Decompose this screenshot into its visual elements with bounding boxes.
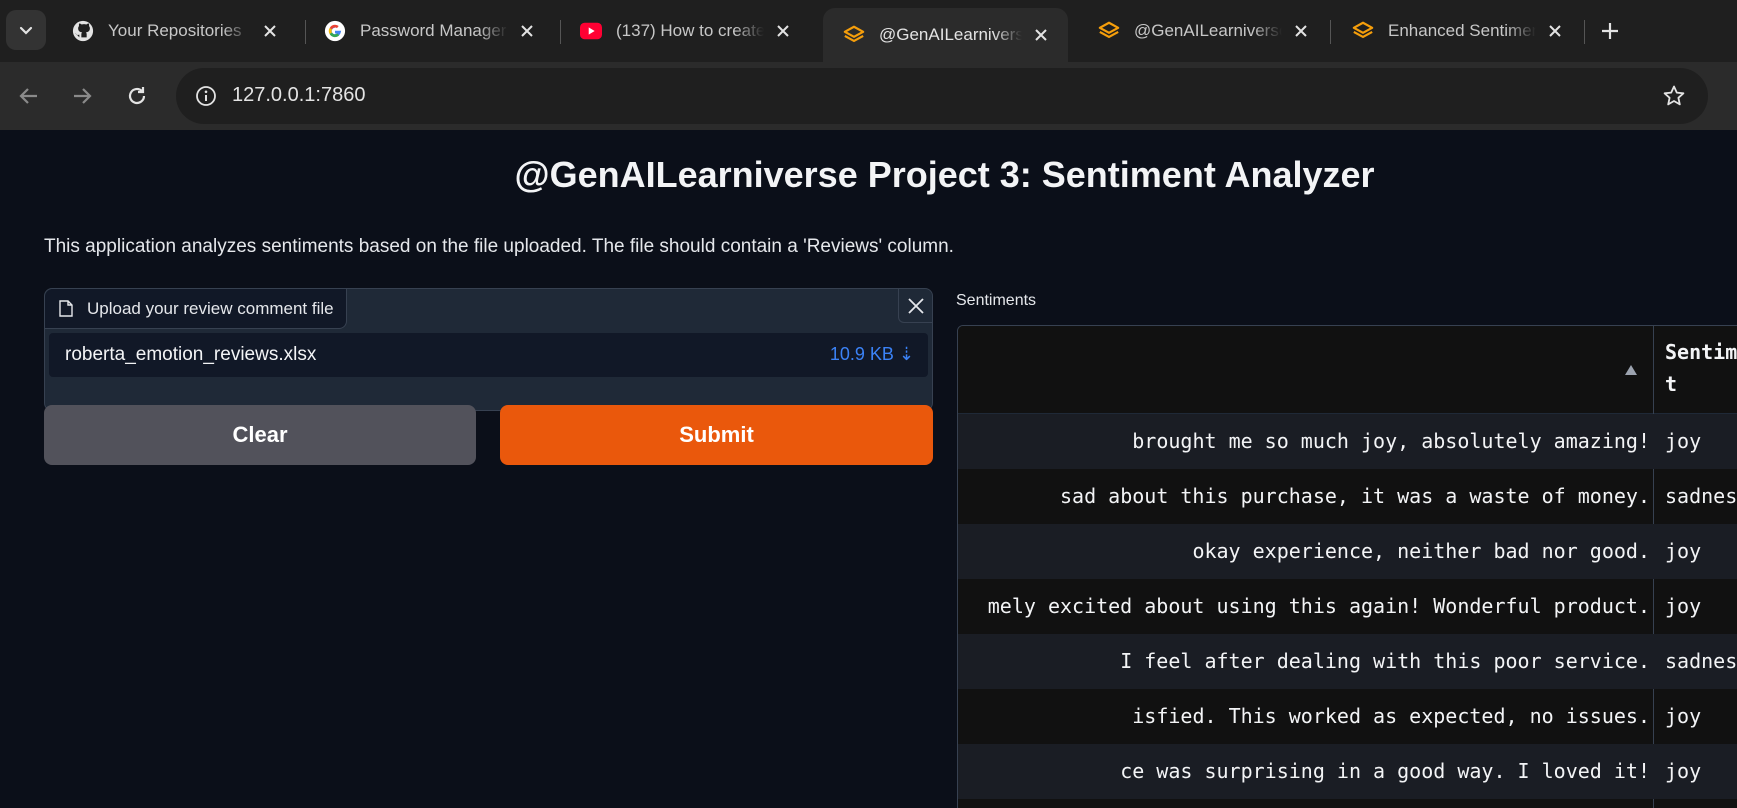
tab-youtube[interactable]: (137) How to create (560, 8, 810, 54)
close-icon[interactable] (772, 20, 794, 42)
table-row[interactable]: ce was surprising in a good way. I loved… (958, 744, 1737, 799)
sentiment-cell[interactable]: joy (1665, 429, 1701, 453)
sentiments-table[interactable]: Sentim t brought me so much joy, absolute… (957, 325, 1737, 808)
close-icon[interactable] (1544, 20, 1566, 42)
review-cell[interactable]: sad about this purchase, it was a waste … (1060, 484, 1650, 508)
github-icon (72, 20, 94, 42)
review-cell[interactable]: mely excited about using this again! Won… (988, 594, 1650, 618)
file-upload-label-text: Upload your review comment file (87, 298, 334, 318)
gradio-icon (1352, 20, 1374, 42)
submit-button[interactable]: Submit (500, 405, 933, 465)
app-page: @GenAILearniverse Project 3: Sentiment A… (0, 130, 1737, 808)
chevron-down-icon (19, 26, 33, 35)
bookmark-star-icon[interactable] (1658, 80, 1690, 112)
sentiment-cell[interactable]: sadnes (1665, 484, 1737, 508)
table-row[interactable]: isfied. This worked as expected, no issu… (958, 689, 1737, 744)
file-name: roberta_emotion_reviews.xlsx (65, 344, 317, 365)
sort-ascending-icon[interactable] (1624, 364, 1638, 376)
tab-genai-2[interactable]: @GenAILearniverse (1078, 8, 1328, 54)
tab-title: Password Manager (360, 21, 507, 40)
tab-title: Enhanced Sentiment (1388, 21, 1536, 40)
url-text[interactable]: 127.0.0.1:7860 (232, 84, 365, 107)
page-title: @GenAILearniverse Project 3: Sentiment A… (514, 154, 1375, 195)
close-icon[interactable] (1030, 24, 1052, 46)
gradio-icon (843, 24, 865, 46)
review-cell[interactable]: okay experience, neither bad nor good. (1192, 539, 1650, 563)
file-upload[interactable]: Upload your review comment file roberta_… (44, 288, 933, 411)
close-icon[interactable] (259, 20, 281, 42)
close-icon (907, 297, 924, 314)
browser-toolbar: 127.0.0.1:7860 (0, 62, 1737, 130)
plus-icon (1602, 23, 1618, 39)
youtube-icon (580, 20, 602, 42)
table-row[interactable]: I feel after dealing with this poor serv… (958, 634, 1737, 689)
sentiment-cell[interactable]: joy (1665, 539, 1701, 563)
tab-password-manager[interactable]: Password Manager (304, 8, 554, 54)
review-cell[interactable]: ce was surprising in a good way. I loved… (1120, 759, 1650, 783)
clear-file-button[interactable] (898, 289, 932, 323)
file-icon (59, 300, 75, 318)
tab-separator (1584, 20, 1585, 44)
sentiments-label: Sentiments (956, 292, 1037, 309)
tab-enhanced-sentiment[interactable]: Enhanced Sentiment (1332, 8, 1582, 54)
back-button[interactable] (9, 76, 49, 116)
forward-button[interactable] (62, 76, 102, 116)
new-tab-button[interactable] (1593, 14, 1627, 48)
page-description: This application analyzes sentiments bas… (44, 236, 954, 257)
table-row[interactable]: brought me so much joy, absolutely amazi… (958, 414, 1737, 469)
sentiment-cell[interactable]: joy (1665, 704, 1701, 728)
file-upload-label: Upload your review comment file (45, 289, 347, 329)
sentiment-cell[interactable]: sadnes (1665, 649, 1737, 673)
tab-title: Your Repositories (108, 21, 242, 40)
sentiment-cell[interactable]: joy (1665, 759, 1701, 783)
google-icon (324, 20, 346, 42)
tab-separator (1330, 20, 1331, 44)
tab-title: @GenAILearniverse (879, 25, 1022, 44)
tab-genai-active[interactable]: @GenAILearniverse (823, 8, 1068, 62)
arrow-left-icon (19, 88, 37, 104)
clear-button[interactable]: Clear (44, 405, 476, 465)
table-row[interactable]: okay experience, neither bad nor good. j… (958, 524, 1737, 579)
reload-icon (128, 87, 146, 105)
review-cell[interactable]: I feel after dealing with this poor serv… (1120, 649, 1650, 673)
tab-title: @GenAILearniverse (1134, 21, 1282, 40)
arrow-right-icon (74, 88, 92, 104)
close-icon[interactable] (1290, 20, 1312, 42)
column-header-sentiment[interactable]: Sentim t (1665, 336, 1737, 400)
review-cell[interactable]: isfied. This worked as expected, no issu… (1132, 704, 1650, 728)
uploaded-file-row: roberta_emotion_reviews.xlsx 10.9 KB ⇣ (49, 333, 928, 377)
table-header: Sentim t (958, 326, 1737, 414)
browser-tab-bar: Your Repositories Password Manager (137)… (0, 0, 1737, 62)
address-bar[interactable]: 127.0.0.1:7860 (176, 68, 1708, 124)
table-row[interactable]: sad about this purchase, it was a waste … (958, 469, 1737, 524)
tab-title: (137) How to create (616, 21, 764, 40)
tab-your-repositories[interactable]: Your Repositories (52, 8, 297, 54)
close-icon[interactable] (516, 20, 538, 42)
gradio-icon (1098, 20, 1120, 42)
site-info-icon[interactable] (190, 80, 222, 112)
tab-search-button[interactable] (6, 10, 46, 50)
sentiment-cell[interactable]: joy (1665, 594, 1701, 618)
reload-button[interactable] (117, 76, 157, 116)
table-row[interactable]: mely excited about using this again! Won… (958, 579, 1737, 634)
file-download-link[interactable]: 10.9 KB ⇣ (830, 344, 914, 365)
review-cell[interactable]: brought me so much joy, absolutely amazi… (1132, 429, 1650, 453)
